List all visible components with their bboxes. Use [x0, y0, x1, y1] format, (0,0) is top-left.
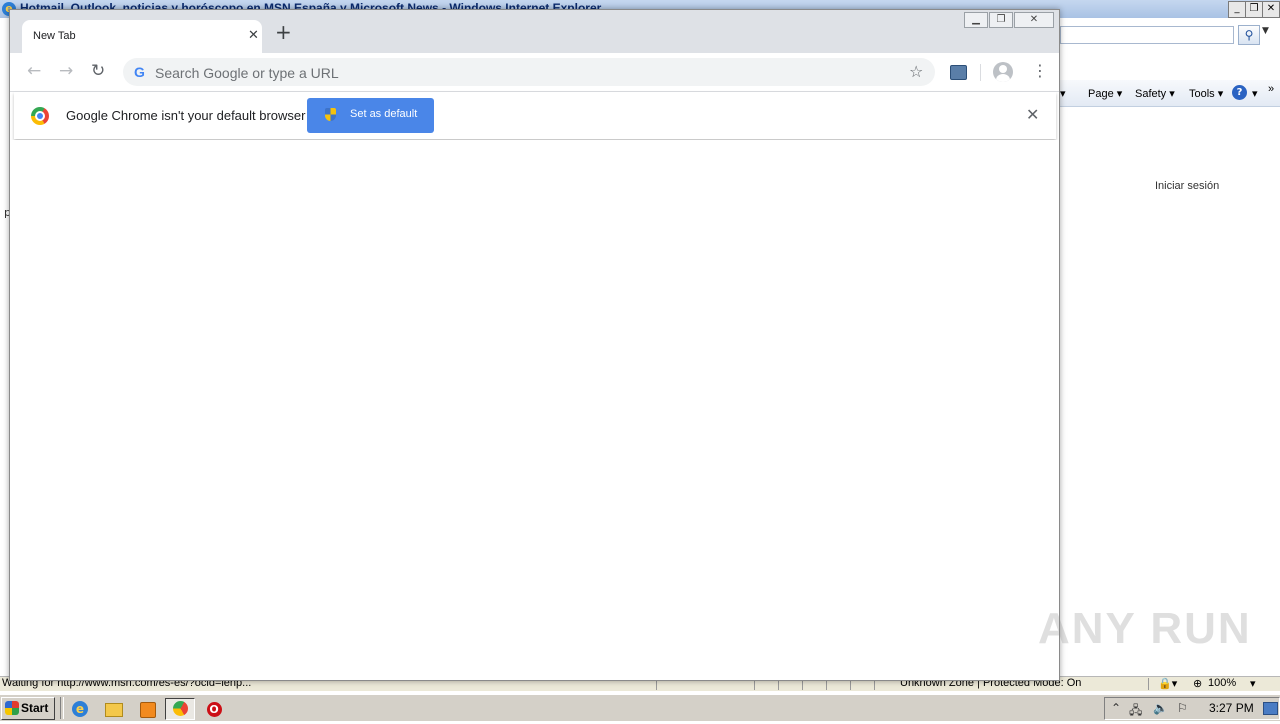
- ie-zoom-level[interactable]: 100%: [1208, 677, 1236, 689]
- omnibox[interactable]: G ☆: [123, 58, 935, 86]
- show-desktop-icon[interactable]: [1263, 702, 1278, 715]
- ie-help-dropdown-icon[interactable]: ▾: [1252, 87, 1258, 100]
- chrome-tab-strip: New Tab ✕ + ▁ ❐ ✕: [10, 10, 1059, 53]
- system-tray: ⌃ 🖧 🔈 ⚐ 3:27 PM: [1104, 697, 1280, 720]
- chrome-toolbar: ← → ↻ G ☆ ⋮: [10, 53, 1059, 92]
- uac-shield-icon: [325, 108, 336, 121]
- ie-right-region: ⚲ ▼ ▾ Page ▾ Safety ▾ Tools ▾ ? ▾ » Inic…: [1058, 18, 1280, 680]
- start-button[interactable]: Start: [1, 697, 55, 720]
- start-label: Start: [21, 701, 49, 715]
- ie-zoom-dropdown-icon[interactable]: ▾: [1250, 677, 1256, 690]
- quicklaunch-media-player-icon[interactable]: [136, 698, 160, 720]
- anyrun-watermark: ANY RUN: [1038, 604, 1252, 653]
- tab-new-tab[interactable]: New Tab ✕: [22, 20, 262, 53]
- action-center-flag-icon[interactable]: ⚐: [1177, 701, 1188, 715]
- ie-cmd-overflow-arrow[interactable]: ▾: [1060, 87, 1066, 100]
- extension-icon[interactable]: [950, 65, 967, 80]
- taskbar-opera-icon[interactable]: O: [202, 698, 226, 720]
- ie-tools-menu[interactable]: Tools ▾: [1189, 87, 1223, 100]
- set-as-default-button[interactable]: Set as default: [307, 98, 434, 133]
- profile-avatar-icon[interactable]: [993, 62, 1013, 82]
- tray-clock[interactable]: 3:27 PM: [1209, 701, 1254, 715]
- omnibox-input[interactable]: [153, 61, 897, 85]
- ie-signin-link[interactable]: Iniciar sesión: [1155, 180, 1219, 192]
- new-tab-plus-icon[interactable]: +: [275, 22, 292, 42]
- tray-expand-icon[interactable]: ⌃: [1111, 701, 1121, 715]
- taskbar-divider: [60, 697, 64, 719]
- default-browser-infobar: Google Chrome isn't your default browser…: [14, 92, 1056, 139]
- network-icon[interactable]: 🖧: [1129, 701, 1142, 722]
- ie-search-icon[interactable]: ⚲: [1238, 25, 1260, 45]
- taskbar-chrome-icon[interactable]: [165, 698, 195, 720]
- chrome-minimize-button[interactable]: ▁: [964, 12, 988, 28]
- status-divider: [1148, 678, 1149, 690]
- ie-close-button[interactable]: ✕: [1262, 1, 1280, 18]
- chrome-close-button[interactable]: ✕: [1014, 12, 1054, 28]
- ie-protected-mode-icon[interactable]: 🔒▾: [1158, 677, 1177, 690]
- quicklaunch-folder-icon[interactable]: [102, 698, 126, 720]
- ie-chevron-more-icon[interactable]: »: [1268, 83, 1274, 95]
- back-arrow-icon[interactable]: ←: [27, 62, 41, 80]
- set-as-default-label: Set as default: [350, 108, 418, 120]
- tab-close-icon[interactable]: ✕: [248, 28, 259, 43]
- ie-search-dropdown-icon[interactable]: ▼: [1262, 26, 1269, 36]
- ie-help-icon[interactable]: ?: [1232, 85, 1247, 100]
- volume-icon[interactable]: 🔈: [1153, 701, 1168, 715]
- windows-flag-icon: [5, 701, 19, 715]
- ie-safety-menu[interactable]: Safety ▾: [1135, 87, 1175, 100]
- ie-zoom-icon[interactable]: ⊕: [1193, 677, 1202, 690]
- ie-tools-menu-label: Tools: [1189, 88, 1215, 100]
- toolbar-divider: [980, 64, 981, 81]
- infobar-message: Google Chrome isn't your default browser: [66, 108, 306, 123]
- kebab-menu-icon[interactable]: ⋮: [1032, 62, 1048, 80]
- ie-safety-menu-label: Safety: [1135, 88, 1167, 100]
- chrome-logo-icon: [31, 107, 49, 125]
- chrome-page-content: [10, 140, 1059, 680]
- forward-arrow-icon[interactable]: →: [59, 62, 73, 80]
- ie-search-input[interactable]: [1060, 26, 1234, 44]
- chrome-window: New Tab ✕ + ▁ ❐ ✕ ← → ↻ G ☆ ⋮ Google Chr…: [9, 9, 1060, 681]
- ie-page-menu[interactable]: Page ▾: [1088, 87, 1122, 100]
- bookmark-star-icon[interactable]: ☆: [909, 62, 923, 81]
- chrome-restore-button[interactable]: ❐: [989, 12, 1013, 28]
- google-g-icon: G: [134, 64, 145, 80]
- windows-taskbar: Start e O ⌃ 🖧 🔈 ⚐ 3:27 PM: [0, 694, 1280, 721]
- ie-page-menu-label: Page: [1088, 88, 1114, 100]
- reload-icon[interactable]: ↻: [91, 62, 105, 80]
- quicklaunch-ie-icon[interactable]: e: [68, 698, 92, 720]
- ie-command-bar: ▾ Page ▾ Safety ▾ Tools ▾ ? ▾ »: [1058, 80, 1280, 107]
- ie-maximize-button[interactable]: ❐: [1245, 1, 1263, 18]
- ie-minimize-button[interactable]: _: [1228, 1, 1246, 18]
- tab-title: New Tab: [33, 30, 76, 42]
- infobar-close-icon[interactable]: ✕: [1026, 105, 1039, 124]
